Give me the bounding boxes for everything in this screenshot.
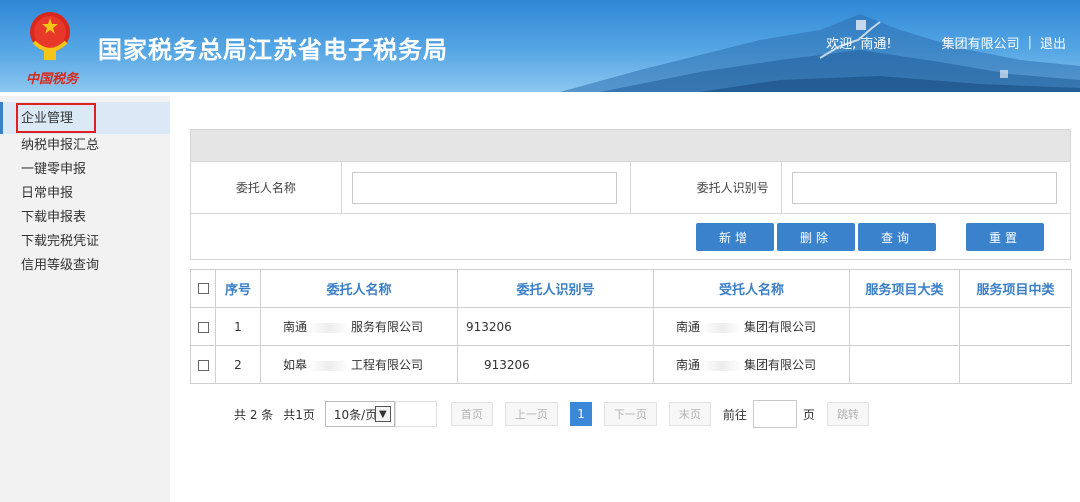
- row-agent-name: 南通 集团有限公司: [653, 345, 850, 384]
- sidebar-item-daily-declaration[interactable]: 日常申报: [0, 182, 170, 206]
- goto-suffix: 页: [802, 407, 815, 422]
- table-row[interactable]: 1 南通 服务有限公司 913206 南通 集团有限公司: [190, 307, 1072, 346]
- first-page-button[interactable]: 首页: [450, 402, 493, 426]
- client-id-input[interactable]: [791, 171, 1057, 204]
- logout-link[interactable]: 退出: [1040, 33, 1066, 52]
- page-size-value: 10条/页: [333, 407, 378, 422]
- agent-name-part: 南通: [676, 320, 701, 334]
- col-header-service-major: 服务项目大类: [849, 269, 960, 308]
- last-page-button[interactable]: 末页: [668, 402, 711, 426]
- total-pages: 共1页: [283, 407, 315, 422]
- client-name-input[interactable]: [351, 171, 617, 204]
- redacted-blur: [309, 322, 350, 333]
- col-header-index: 序号: [215, 269, 261, 308]
- current-page-button[interactable]: 1: [569, 402, 592, 426]
- header-separator: |: [1027, 35, 1032, 50]
- agent-name-part: 南通: [676, 358, 701, 372]
- goto-page-input[interactable]: [752, 400, 797, 428]
- company-name: 集团有限公司: [941, 37, 1020, 52]
- sidebar-item-label: 企业管理: [21, 111, 74, 126]
- sidebar-item-download-certificates[interactable]: 下载完税凭证: [0, 230, 170, 254]
- select-all-checkbox[interactable]: [197, 283, 209, 294]
- client-name-part: 南通: [283, 320, 308, 334]
- sidebar-item-enterprise-management[interactable]: 企业管理: [0, 102, 170, 134]
- goto-prefix: 前往: [722, 407, 747, 422]
- pagination: 共 2 条 共1页 10条/页 ▼ 首页 上一页 1 下一页 末页 前往 页 跳…: [234, 400, 881, 428]
- agent-name-part: 集团有限公司: [744, 320, 817, 334]
- site-title: 国家税务总局江苏省电子税务局: [98, 36, 448, 64]
- chevron-down-icon[interactable]: ▼: [374, 406, 391, 422]
- row-index: 2: [215, 345, 261, 384]
- select-all-cell: [190, 269, 216, 308]
- redacted-blur: [702, 322, 743, 333]
- col-header-client-id: 委托人识别号: [457, 269, 654, 308]
- sidebar-item-tax-summary[interactable]: 纳税申报汇总: [0, 134, 170, 158]
- row-service-minor: [959, 307, 1072, 346]
- panel-header-bar: [190, 129, 1071, 162]
- reset-button[interactable]: 重置: [966, 223, 1044, 251]
- col-header-client-name: 委托人名称: [260, 269, 458, 308]
- prev-page-button[interactable]: 上一页: [504, 402, 558, 426]
- client-name-cell: [342, 162, 631, 213]
- row-index: 1: [215, 307, 261, 346]
- sidebar-item-zero-declaration[interactable]: 一键零申报: [0, 158, 170, 182]
- client-id-cell: [782, 162, 1070, 213]
- agent-name-part: 集团有限公司: [744, 358, 817, 372]
- user-bar: 欢迎, 南通! 集团有限公司 | 退出: [826, 33, 1066, 52]
- add-button[interactable]: 新增: [696, 223, 774, 251]
- client-id-label: 委托人识别号: [631, 162, 782, 213]
- row-client-id: 913206: [457, 345, 654, 384]
- client-name-part: 服务有限公司: [351, 320, 424, 334]
- search-panel: 委托人名称 委托人识别号 新增 删除 查询 重置: [190, 129, 1071, 260]
- tax-brand-logo: 中国税务: [26, 72, 79, 87]
- top-banner: 中国税务 国家税务总局江苏省电子税务局 欢迎, 南通! 集团有限公司 | 退出: [0, 0, 1080, 92]
- action-bar: 新增 删除 查询 重置: [190, 214, 1071, 260]
- client-table: 序号 委托人名称 委托人识别号 受托人名称 服务项目大类 服务项目中类 1 南通…: [190, 269, 1072, 384]
- query-button[interactable]: 查询: [858, 223, 936, 251]
- row-agent-name: 南通 集团有限公司: [653, 307, 850, 346]
- client-name-label: 委托人名称: [191, 162, 342, 213]
- sidebar-item-credit-query[interactable]: 信用等级查询: [0, 254, 170, 278]
- page-size-select[interactable]: 10条/页 ▼: [324, 401, 395, 427]
- sidebar-item-download-forms[interactable]: 下载申报表: [0, 206, 170, 230]
- jump-button[interactable]: 跳转: [826, 402, 869, 426]
- client-name-part: 工程有限公司: [351, 358, 424, 372]
- row-select-cell: [190, 345, 216, 384]
- page-size-spacer: [394, 401, 437, 427]
- col-header-service-minor: 服务项目中类: [959, 269, 1072, 308]
- row-client-name: 如皋 工程有限公司: [260, 345, 458, 384]
- row-select-cell: [190, 307, 216, 346]
- row-checkbox[interactable]: [197, 359, 209, 371]
- total-count: 共 2 条: [234, 407, 274, 422]
- table-row[interactable]: 2 如皋 工程有限公司 913206 南通 集团有限公司: [190, 345, 1072, 384]
- redacted-blur: [309, 360, 350, 371]
- row-service-major: [849, 345, 960, 384]
- table-header-row: 序号 委托人名称 委托人识别号 受托人名称 服务项目大类 服务项目中类: [190, 269, 1072, 308]
- col-header-agent-name: 受托人名称: [653, 269, 850, 308]
- redacted-blur: [702, 360, 743, 371]
- client-name-part: 如皋: [283, 358, 308, 372]
- row-service-major: [849, 307, 960, 346]
- welcome-text: 欢迎, 南通!: [826, 37, 892, 52]
- row-checkbox[interactable]: [197, 321, 209, 333]
- sidebar: 企业管理 纳税申报汇总 一键零申报 日常申报 下载申报表 下载完税凭证 信用等级…: [0, 96, 170, 502]
- row-client-name: 南通 服务有限公司: [260, 307, 458, 346]
- next-page-button[interactable]: 下一页: [603, 402, 657, 426]
- search-row: 委托人名称 委托人识别号: [190, 162, 1071, 214]
- row-service-minor: [959, 345, 1072, 384]
- national-emblem-icon: [30, 12, 70, 60]
- row-client-id: 913206: [457, 307, 654, 346]
- delete-button[interactable]: 删除: [777, 223, 855, 251]
